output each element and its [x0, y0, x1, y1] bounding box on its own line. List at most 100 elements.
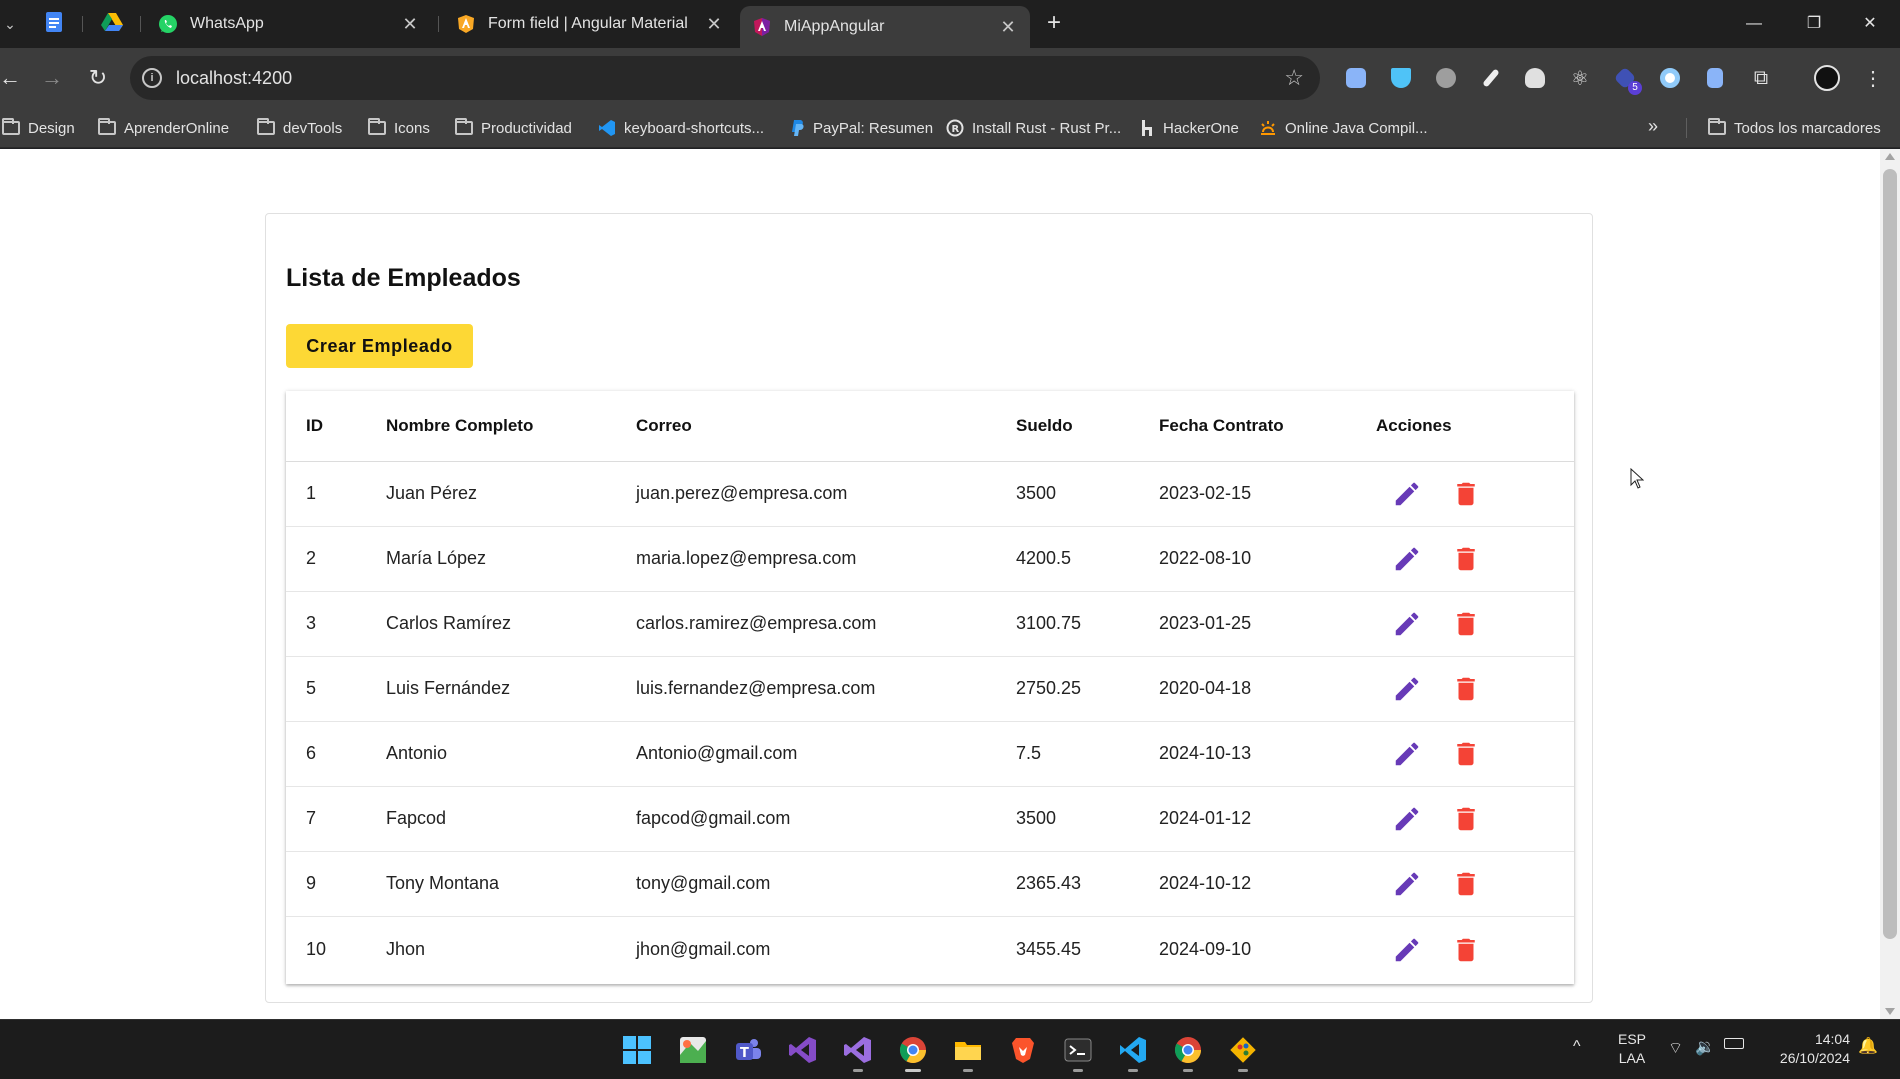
bookmark-star-icon[interactable]: ☆ [1284, 65, 1304, 91]
cell-date: 2024-09-10 [1159, 939, 1252, 960]
new-tab-button[interactable]: + [1040, 10, 1068, 38]
pinned-tab-docs[interactable] [36, 10, 72, 38]
scroll-down-icon[interactable] [1885, 1008, 1895, 1015]
site-info-icon[interactable]: i [142, 68, 162, 88]
running-indicator [853, 1069, 863, 1072]
git-icon[interactable] [1223, 1030, 1263, 1072]
address-bar[interactable]: i localhost:4200 ☆ [130, 56, 1320, 100]
input-language[interactable]: ESP LAA [1614, 1030, 1650, 1068]
tray-overflow-chevron-icon[interactable]: ^ [1573, 1038, 1581, 1056]
column-header-date[interactable]: Fecha Contrato [1159, 391, 1376, 462]
edit-button[interactable] [1392, 935, 1422, 965]
vscode-icon[interactable] [1113, 1030, 1153, 1072]
extension-mask-icon[interactable] [1522, 65, 1548, 91]
volume-icon[interactable]: 🔉 [1695, 1037, 1715, 1057]
pinned-tab-drive[interactable] [94, 10, 130, 38]
edit-button[interactable] [1392, 804, 1422, 834]
close-tab-icon[interactable]: ✕ [400, 14, 420, 34]
table-row: 2 María López maria.lopez@empresa.com 42… [286, 526, 1574, 592]
extension-gem-icon[interactable] [1388, 65, 1414, 91]
paint-icon[interactable] [673, 1030, 713, 1070]
trash-icon [1457, 807, 1475, 830]
column-header-name[interactable]: Nombre Completo [386, 391, 636, 462]
edit-button[interactable] [1392, 674, 1422, 704]
close-window-button[interactable]: ✕ [1848, 8, 1892, 40]
extension-ring-icon[interactable] [1657, 65, 1683, 91]
color-picker-icon[interactable] [1478, 65, 1504, 91]
restore-button[interactable]: ❐ [1792, 8, 1836, 40]
kebab-menu-icon[interactable]: ⋮ [1860, 65, 1886, 91]
forward-button[interactable]: → [36, 62, 68, 94]
pencil-icon [1395, 612, 1419, 635]
reload-button[interactable]: ↻ [82, 62, 114, 94]
close-tab-icon[interactable]: ✕ [998, 17, 1018, 37]
bookmark-online-java[interactable]: Online Java Compil... [1259, 117, 1428, 139]
delete-button[interactable] [1451, 804, 1481, 834]
edit-button[interactable] [1392, 609, 1422, 639]
delete-button[interactable] [1451, 739, 1481, 769]
running-indicator [1238, 1069, 1248, 1072]
windows-start-icon[interactable] [617, 1030, 657, 1070]
scroll-up-icon[interactable] [1885, 153, 1895, 160]
tab-divider [140, 16, 141, 32]
minimize-button[interactable]: — [1732, 8, 1776, 40]
bookmark-keyboard-shortcuts[interactable]: keyboard-shortcuts... [598, 117, 764, 139]
create-employee-button[interactable]: Crear Empleado [286, 324, 473, 368]
tab-angular-material[interactable]: Form field | Angular Material ✕ [444, 6, 736, 42]
chrome-icon[interactable] [893, 1030, 933, 1072]
edit-button[interactable] [1392, 739, 1422, 769]
edit-button[interactable] [1392, 869, 1422, 899]
close-tab-icon[interactable]: ✕ [704, 14, 724, 34]
scroll-thumb[interactable] [1883, 169, 1897, 939]
extension-docs-icon[interactable] [1702, 65, 1728, 91]
chrome-alt-icon[interactable] [1168, 1030, 1208, 1072]
terminal-icon[interactable] [1058, 1030, 1098, 1072]
column-header-id[interactable]: ID [286, 391, 386, 462]
bookmark-productividad[interactable]: Productividad [455, 117, 572, 139]
visual-studio-icon[interactable] [783, 1030, 823, 1070]
running-indicator [963, 1069, 973, 1072]
bookmark-design[interactable]: Design [2, 117, 75, 139]
bookmark-hackerone[interactable]: HackerOne [1141, 117, 1239, 139]
delete-button[interactable] [1451, 674, 1481, 704]
bookmark-icons[interactable]: Icons [368, 117, 430, 139]
wifi-icon[interactable]: ⌔ [1668, 1038, 1683, 1058]
bookmark-paypal[interactable]: PayPal: Resumen [791, 117, 933, 139]
system-clock[interactable]: 14:04 26/10/2024 [1760, 1030, 1850, 1068]
extension-badge-icon[interactable]: 5 [1612, 65, 1642, 95]
react-devtools-icon[interactable]: ⚛ [1567, 65, 1593, 91]
bookmark-devtools[interactable]: devTools [257, 117, 342, 139]
extension-cloud-icon[interactable] [1433, 65, 1459, 91]
edit-button[interactable] [1392, 479, 1422, 509]
delete-button[interactable] [1451, 544, 1481, 574]
visual-studio-preview-icon[interactable] [838, 1030, 878, 1072]
delete-button[interactable] [1451, 935, 1481, 965]
delete-button[interactable] [1451, 609, 1481, 639]
bookmark-aprenderonline[interactable]: AprenderOnline [98, 117, 229, 139]
notifications-bell-icon[interactable]: 🔔 [1858, 1036, 1878, 1056]
edit-button[interactable] [1392, 544, 1422, 574]
all-bookmarks[interactable]: Todos los marcadores [1708, 117, 1881, 139]
bookmark-install-rust[interactable]: R Install Rust - Rust Pr... [946, 117, 1121, 139]
extensions-puzzle-icon[interactable]: ⧉ [1748, 65, 1774, 91]
tab-whatsapp[interactable]: WhatsApp ✕ [146, 6, 432, 42]
teams-icon[interactable]: T [728, 1030, 768, 1070]
google-docs-icon [45, 11, 63, 38]
delete-button[interactable] [1451, 869, 1481, 899]
google-translate-icon[interactable] [1343, 65, 1369, 91]
delete-button[interactable] [1451, 479, 1481, 509]
file-explorer-icon[interactable] [948, 1030, 988, 1072]
tab-search-chevron-icon[interactable]: ⌄ [0, 12, 20, 36]
paypal-icon [791, 119, 805, 137]
column-header-salary[interactable]: Sueldo [1016, 391, 1159, 462]
profile-avatar[interactable] [1814, 65, 1840, 91]
bookmarks-overflow-icon[interactable]: » [1648, 116, 1658, 137]
brave-icon[interactable] [1003, 1030, 1043, 1070]
battery-icon[interactable] [1724, 1038, 1744, 1049]
column-header-email[interactable]: Correo [636, 391, 1016, 462]
tab-miappangular[interactable]: MiAppAngular ✕ [740, 6, 1030, 48]
url-text[interactable]: localhost:4200 [176, 68, 292, 89]
back-button[interactable]: ← [0, 62, 26, 94]
page-scrollbar[interactable] [1880, 149, 1900, 1019]
employees-card: Lista de Empleados Crear Empleado ID Nom… [265, 213, 1593, 1003]
